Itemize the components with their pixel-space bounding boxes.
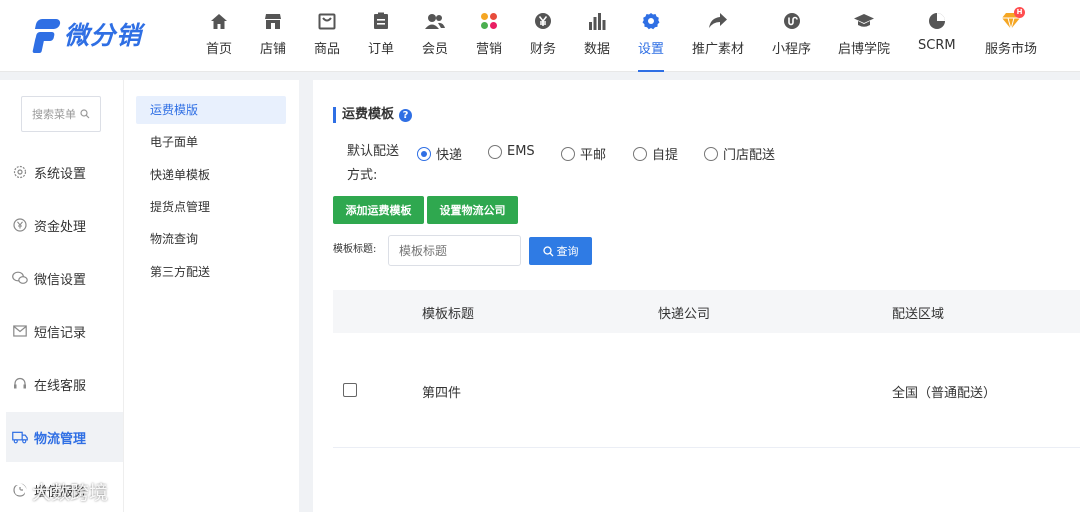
store-icon [263, 10, 283, 32]
submenu-item-express-template[interactable]: 快递单模板 [136, 161, 286, 189]
pie-chart-icon [927, 10, 947, 32]
search-icon [80, 109, 90, 119]
radio-dot [417, 146, 431, 161]
watermark: 大数跨境 [8, 478, 108, 505]
home-icon [209, 10, 229, 32]
nav-item-order[interactable]: 订单 [368, 8, 394, 72]
logistics-submenu: 运费模版 电子面单 快递单模板 提货点管理 物流查询 第三方配送 [123, 80, 299, 512]
radio-dot [633, 146, 647, 161]
sidebar-item-online-service[interactable]: 在线客服 [6, 359, 123, 409]
order-clipboard-icon [371, 10, 391, 32]
sidebar: 搜索菜单 系统设置 资金处理 微信设置 短信记录 在线客服 物流管理 增值服务 [0, 80, 123, 512]
search-icon [542, 245, 553, 256]
hot-badge: H [1014, 7, 1025, 18]
radio-self-pickup[interactable]: 自提 [633, 144, 678, 163]
brand-logo-mark [32, 15, 62, 53]
nav-item-data[interactable]: 数据 [584, 8, 610, 72]
main-panel: 运费模板 ? 默认配送方式: 快递 EMS 平邮 自提 门店配送 添加运费模板 … [313, 80, 1080, 512]
default-shipping-label: 默认配送方式: [347, 144, 400, 183]
wechat-icon [12, 270, 28, 286]
sidebar-item-sms[interactable]: 短信记录 [6, 306, 123, 356]
sidebar-item-system-settings[interactable]: 系统设置 [6, 147, 123, 197]
nav-item-finance[interactable]: 财务 [530, 8, 556, 72]
envelope-icon [12, 323, 28, 339]
template-title-filter-label: 模板标题: [333, 244, 377, 255]
nav-item-product[interactable]: 商品 [314, 8, 340, 72]
brand-name: 微分销 [64, 21, 143, 50]
nav-item-settings[interactable]: 设置 [638, 8, 664, 72]
diamond-badge-icon: H [1001, 7, 1025, 32]
nav-item-home[interactable]: 首页 [206, 8, 232, 72]
share-arrow-icon [708, 10, 728, 32]
nav-item-members[interactable]: 会员 [422, 8, 448, 72]
column-header-express-company: 快递公司 [658, 307, 711, 322]
product-box-icon [317, 10, 337, 32]
top-nav: 微分销 首页 店铺 商品 订单 会员 营销 财务 数据 设置 推广素材 小程序 … [0, 0, 1080, 72]
truck-icon [12, 429, 28, 445]
page-title: 运费模板 ? [333, 107, 413, 123]
table-header: 模板标题 快递公司 配送区域 [333, 290, 1080, 333]
sidebar-item-logistics[interactable]: 物流管理 [6, 412, 123, 462]
headset-icon [12, 376, 28, 392]
table-row: 第四件 全国（普通配送） [333, 333, 1080, 448]
marketing-petals-icon [479, 10, 499, 32]
add-freight-template-button[interactable]: 添加运费模板 [333, 196, 424, 224]
cell-template-title: 第四件 [422, 386, 462, 401]
radio-dot [704, 146, 718, 161]
submenu-item-freight-template[interactable]: 运费模版 [136, 96, 286, 124]
radio-express[interactable]: 快递 [417, 144, 462, 163]
graduation-cap-icon [854, 10, 874, 32]
row-checkbox[interactable] [343, 383, 357, 397]
sidebar-item-funds[interactable]: 资金处理 [6, 200, 123, 250]
menu-search-input[interactable]: 搜索菜单 [21, 96, 101, 132]
settings-gear-icon [641, 10, 661, 32]
help-icon[interactable]: ? [399, 108, 413, 122]
radio-store-delivery[interactable]: 门店配送 [704, 144, 775, 163]
nav-item-scrm[interactable]: SCRM [918, 8, 956, 72]
members-icon [425, 10, 445, 32]
brand-logo[interactable]: 微分销 [32, 14, 142, 54]
nav-item-service-market[interactable]: H 服务市场 [985, 7, 1037, 72]
set-logistics-company-button[interactable]: 设置物流公司 [427, 196, 518, 224]
nav-item-store[interactable]: 店铺 [260, 8, 286, 72]
query-button[interactable]: 查询 [529, 237, 592, 265]
gear-outline-icon [12, 164, 28, 180]
yen-circle-icon [12, 217, 28, 233]
radio-dot [488, 144, 502, 159]
submenu-item-third-party-delivery[interactable]: 第三方配送 [136, 258, 286, 286]
column-header-template-title: 模板标题 [422, 307, 475, 322]
submenu-item-logistics-query[interactable]: 物流查询 [136, 225, 286, 253]
radio-surface-mail[interactable]: 平邮 [561, 144, 606, 163]
data-bars-icon [587, 10, 607, 32]
finance-yen-icon [533, 10, 553, 32]
nav-item-academy[interactable]: 启博学院 [838, 8, 890, 72]
sidebar-item-wechat[interactable]: 微信设置 [6, 253, 123, 303]
submenu-item-pickup-points[interactable]: 提货点管理 [136, 193, 286, 221]
radio-dot [561, 146, 575, 161]
template-title-input[interactable] [388, 235, 521, 266]
mini-program-icon [782, 10, 802, 32]
radio-ems[interactable]: EMS [488, 144, 535, 159]
submenu-item-e-waybill[interactable]: 电子面单 [136, 128, 286, 156]
watermark-logo-icon [9, 482, 27, 501]
nav-item-marketing[interactable]: 营销 [476, 8, 502, 72]
column-header-delivery-region: 配送区域 [892, 307, 945, 322]
nav-item-mini-program[interactable]: 小程序 [772, 8, 811, 72]
nav-item-promo-material[interactable]: 推广素材 [692, 8, 744, 72]
cell-delivery-region: 全国（普通配送） [892, 386, 997, 401]
